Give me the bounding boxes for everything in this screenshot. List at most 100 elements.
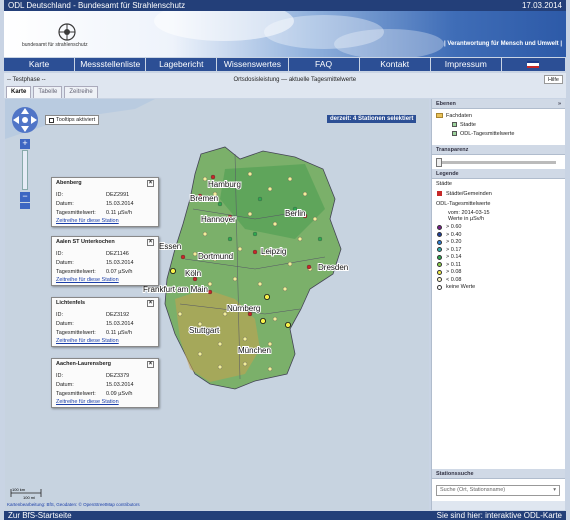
tooltips-label: Tooltips aktiviert <box>56 117 96 123</box>
legend-header: Legende <box>432 169 565 179</box>
legend-row: > 0.08 <box>436 269 561 277</box>
search-placeholder: Suche (Ort, Stationsname) <box>440 487 506 493</box>
uk-flag-icon[interactable] <box>527 61 540 68</box>
city-label: Dortmund <box>198 252 233 261</box>
transparency-panel <box>432 155 565 169</box>
tooltips-toggle[interactable]: Tooltips aktiviert <box>45 115 100 125</box>
timeseries-link[interactable]: Zeitreihe für diese Station <box>56 338 154 344</box>
nav-faq[interactable]: FAQ <box>289 58 360 71</box>
legend-label: < 0.08 <box>446 276 462 283</box>
timeseries-link[interactable]: Zeitreihe für diese Station <box>56 277 154 283</box>
popup-value-label: Tagesmittelwert: <box>56 209 96 216</box>
legend-odl-heading: ODL-Tagesmittelwerte <box>436 200 491 207</box>
tab-karte[interactable]: Karte <box>6 86 32 98</box>
legend-dot-icon <box>437 277 442 283</box>
city-label: Berlin <box>285 209 305 218</box>
legend-label: > 0.11 <box>446 261 462 268</box>
legend-dot-icon <box>437 247 442 253</box>
legend-row: > 0.14 <box>436 254 561 262</box>
close-icon[interactable]: × <box>147 239 154 246</box>
station-search-input[interactable]: Suche (Ort, Stationsname) ▾ <box>436 484 560 496</box>
top-bar: ODL Deutschland - Bundesamt für Strahlen… <box>4 0 566 11</box>
map-view[interactable]: Hamburg Bremen Hannover Berlin Essen Dor… <box>5 99 429 510</box>
checkbox-icon[interactable] <box>452 122 457 127</box>
nav-wissenswertes[interactable]: Wissenswertes <box>217 58 289 71</box>
collapse-icon[interactable]: » <box>558 99 561 108</box>
city-label: München <box>238 346 271 355</box>
legend-row: > 0.20 <box>436 239 561 247</box>
nav-kontakt[interactable]: Kontakt <box>360 58 431 71</box>
station-popup[interactable]: Abenberg × ID: DEZ2991 Datum: 15.03.2014 Ta… <box>51 177 159 227</box>
pan-control[interactable] <box>10 105 40 135</box>
site-title: ODL Deutschland - Bundesamt für Strahlen… <box>8 1 186 10</box>
logo-text: bundesamt für strahlenschutz <box>22 42 88 48</box>
layers-panel: Fachdaten Stadte ODL-Tagesmittelwerte <box>432 109 565 145</box>
city-label: Essen <box>159 242 181 251</box>
map-attribution[interactable]: Kartenbearbeitung: BfS, Geodaten: © Open… <box>7 501 140 507</box>
page-subtitle: Ortsdosisleistung — aktuelle Tagesmittel… <box>233 76 357 83</box>
nav-karte[interactable]: Karte <box>4 58 76 71</box>
slider-handle[interactable] <box>436 157 442 167</box>
footer-bar: Zur BfS-Startseite Sie sind hier: intera… <box>4 511 566 520</box>
legend-unit: Werte in µSv/h <box>448 215 485 222</box>
popup-date: 15.03.2014 <box>106 200 134 207</box>
view-tabs: Karte Tabelle Zeitreihe <box>4 86 566 98</box>
layers-header[interactable]: Ebenen » <box>432 99 565 109</box>
scale-label-km: 100 km <box>12 487 26 492</box>
station-popup[interactable]: Aalen ST Unterkochen × ID: DEZ1146 Datum: 1… <box>51 236 159 286</box>
nav-messstellenliste[interactable]: Messstellenliste <box>75 58 147 71</box>
nav-impressum[interactable]: Impressum <box>431 58 502 71</box>
layer-item[interactable]: ODL-Tagesmittelwerte <box>436 129 561 138</box>
popup-id: DEZ1146 <box>106 250 129 257</box>
popup-id: DEZ3192 <box>106 311 130 318</box>
popup-title: Lichtenfels <box>56 300 86 306</box>
help-button[interactable]: Hilfe <box>543 75 563 84</box>
folder-icon <box>436 113 443 118</box>
header-banner: bundesamt für strahlenschutz | Verantwor… <box>4 11 566 57</box>
home-link[interactable]: Zur BfS-Startseite <box>8 511 72 520</box>
popup-title: Abenberg <box>56 180 82 186</box>
station-popup[interactable]: Lichtenfels × ID: DEZ3192 Datum: 15.03.2014… <box>51 297 159 347</box>
layer-label: Stadte <box>460 121 476 128</box>
close-icon[interactable]: × <box>147 361 154 368</box>
main-nav: Karte Messstellenliste Lagebericht Wisse… <box>4 58 566 71</box>
search-panel: Suche (Ort, Stationsname) ▾ <box>432 479 565 501</box>
station-popup[interactable]: Aachen-Laurensberg × ID: DEZ3379 Datum: 15.… <box>51 358 159 408</box>
zoom-out-button[interactable]: − <box>20 192 30 202</box>
layer-item[interactable]: Stadte <box>436 120 561 129</box>
legend-dot-icon <box>437 224 442 230</box>
popup-title: Aalen ST Unterkochen <box>56 239 115 245</box>
nav-lagebericht[interactable]: Lagebericht <box>146 58 218 71</box>
zoom-in-button[interactable]: + <box>20 139 30 149</box>
transparency-slider[interactable] <box>436 157 556 167</box>
legend-row: < 0.08 <box>436 276 561 284</box>
top-date: 17.03.2014 <box>521 1 562 10</box>
popup-id-label: ID: <box>56 191 64 198</box>
layers-title: Ebenen <box>436 101 456 107</box>
checkbox-icon[interactable] <box>452 131 457 136</box>
sub-bar: -- Testphase -- Ortsdosisleistung — aktu… <box>4 73 566 86</box>
bfs-logo-icon[interactable] <box>54 23 80 41</box>
popup-date-label: Datum: <box>56 200 74 207</box>
popup-date: 15.03.2014 <box>106 320 134 327</box>
slogan: | Verantwortung für Mensch und Umwelt | <box>443 41 562 47</box>
legend-dot-icon <box>437 239 442 245</box>
popup-id: DEZ2991 <box>106 191 130 198</box>
legend-label: > 0.20 <box>446 239 462 246</box>
city-square-icon <box>437 191 442 197</box>
tab-tabelle[interactable]: Tabelle <box>33 86 63 98</box>
tab-zeitreihe[interactable]: Zeitreihe <box>64 86 98 98</box>
layer-group[interactable]: Fachdaten <box>436 111 561 120</box>
selected-stations-badge: derzeit: 4 Stationen selektiert <box>327 115 417 123</box>
zoom-slider[interactable] <box>22 150 28 190</box>
popup-title: Aachen-Laurensberg <box>56 361 112 367</box>
language-switch[interactable] <box>502 58 566 71</box>
zoom-reset-button[interactable] <box>20 203 30 209</box>
timeseries-link[interactable]: Zeitreihe für diese Station <box>56 399 154 405</box>
close-icon[interactable]: × <box>147 180 154 187</box>
popup-value: 0.11 µSv/h <box>106 329 132 336</box>
timeseries-link[interactable]: Zeitreihe für diese Station <box>56 218 154 224</box>
chevron-down-icon[interactable]: ▾ <box>553 487 556 493</box>
close-icon[interactable]: × <box>147 300 154 307</box>
search-header: Stationssuche <box>432 469 565 479</box>
